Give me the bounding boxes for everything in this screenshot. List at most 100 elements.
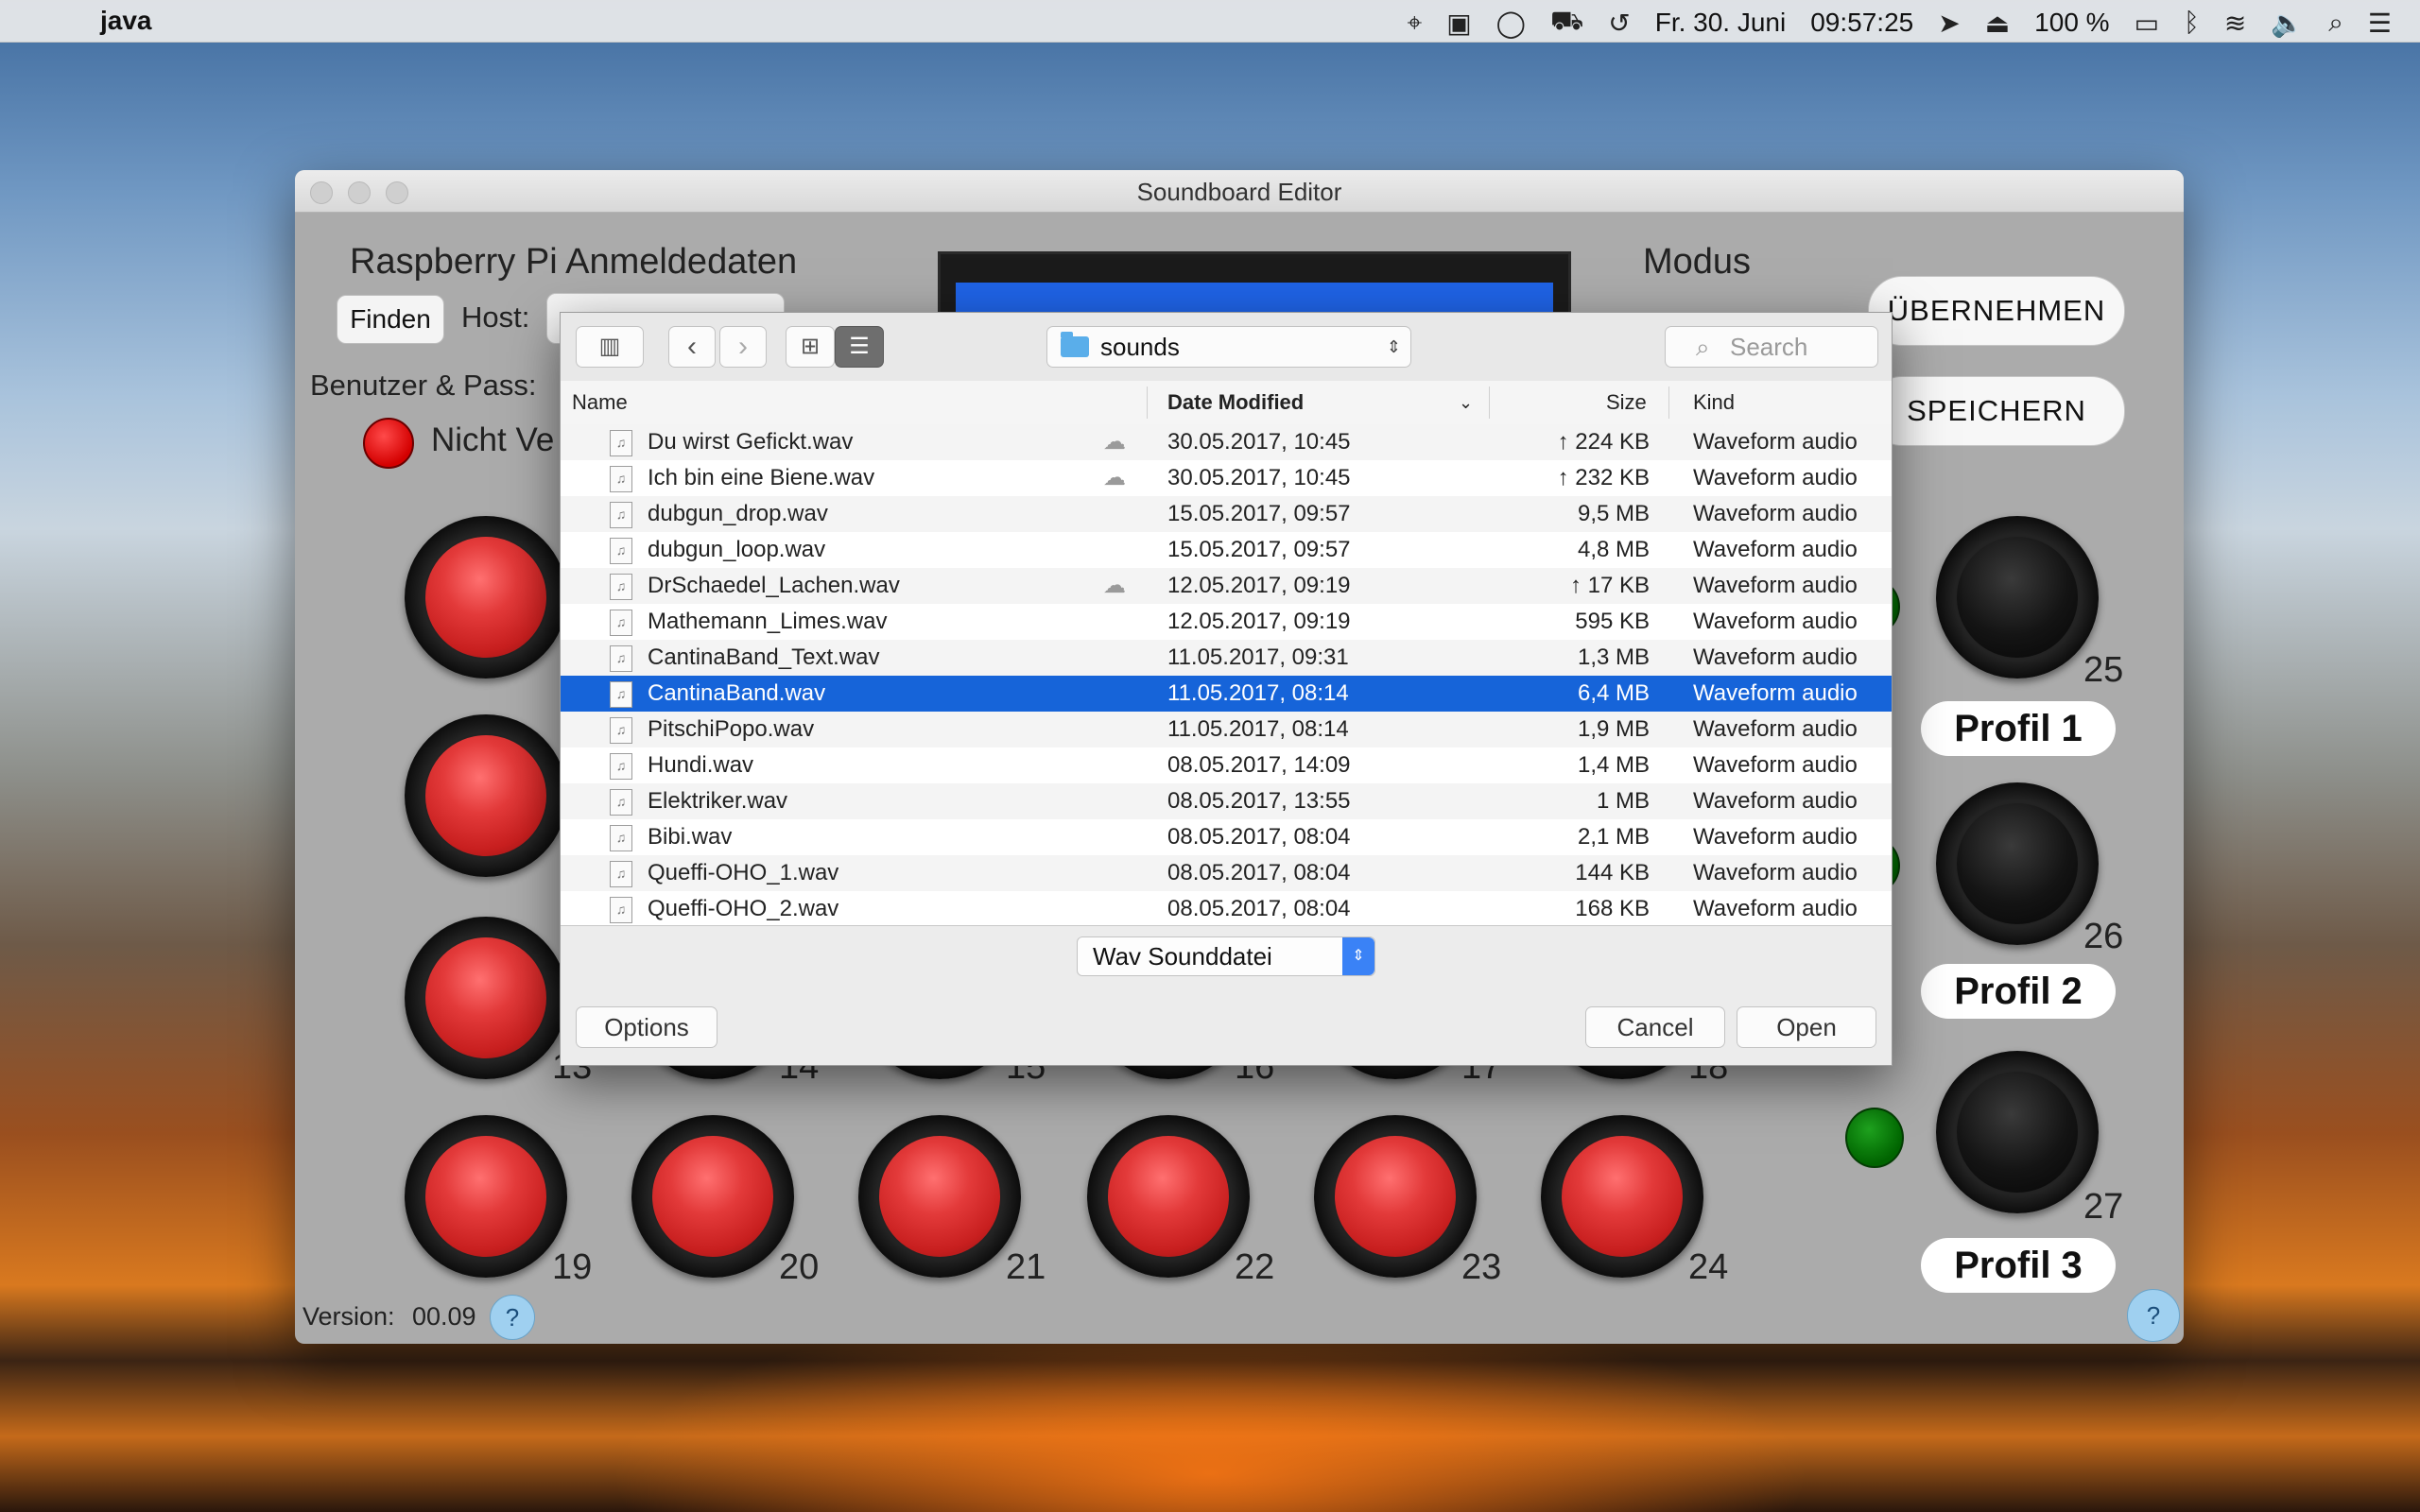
find-button[interactable]: Finden xyxy=(337,295,444,344)
file-row[interactable]: ♫ Ich bin eine Biene.wav ☁ 30.05.2017, 10:4… xyxy=(561,460,1892,496)
column-name[interactable]: Name xyxy=(572,381,628,424)
file-size: 144 KB xyxy=(1575,860,1650,885)
file-row[interactable]: ♫ dubgun_loop.wav 15.05.2017, 09:57 4,8 MB W… xyxy=(561,532,1892,568)
file-row[interactable]: ♫ PitschiPopo.wav 11.05.2017, 08:14 1,9 MB W… xyxy=(561,712,1892,747)
sound-pad-13[interactable] xyxy=(405,917,567,1079)
version-label: Version: xyxy=(302,1302,395,1331)
open-file-dialog: ▥ ‹ › ⊞ ☰ sounds ⇕ ⌕ Search Name Date Mo… xyxy=(560,312,1893,1066)
audio-file-icon: ♫ xyxy=(610,466,632,492)
profile-2-button[interactable]: Profil 2 xyxy=(1921,964,2116,1019)
clock-text[interactable]: 09:57:25 xyxy=(1810,8,1913,38)
file-row[interactable]: ♫ Mathemann_Limes.wav 12.05.2017, 09:19 595… xyxy=(561,604,1892,640)
circle-icon[interactable]: ◯ xyxy=(1496,8,1526,39)
spotlight-search-icon[interactable]: ⌕ xyxy=(2328,8,2343,39)
forward-icon[interactable]: › xyxy=(719,326,767,368)
time-machine-icon[interactable]: ↺ xyxy=(1608,8,1630,39)
file-kind: Waveform audio xyxy=(1693,860,1858,885)
help-icon[interactable]: ? xyxy=(490,1295,535,1340)
audio-file-icon: ♫ xyxy=(610,538,632,564)
volume-icon[interactable]: 🔈 xyxy=(2271,8,2304,39)
file-row[interactable]: ♫ Elektriker.wav 08.05.2017, 13:55 1 MB Wave… xyxy=(561,783,1892,819)
profile-pad-26[interactable] xyxy=(1936,782,2099,945)
search-field[interactable]: ⌕ Search xyxy=(1665,326,1878,368)
sound-pad-24[interactable] xyxy=(1541,1115,1703,1278)
file-row[interactable]: ♫ Queffi-OHO_1.wav 08.05.2017, 08:04 144 KB… xyxy=(561,855,1892,891)
audio-file-icon: ♫ xyxy=(610,610,632,636)
file-row[interactable]: ♫ DrSchaedel_Lachen.wav ☁ 12.05.2017, 09:19… xyxy=(561,568,1892,604)
window-titlebar[interactable]: Soundboard Editor xyxy=(295,170,2184,213)
column-size[interactable]: Size xyxy=(1606,381,1647,424)
list-view-icon[interactable]: ☰ xyxy=(835,326,884,368)
column-date-modified[interactable]: Date Modified xyxy=(1167,381,1304,424)
chevron-updown-icon: ⇕ xyxy=(1386,337,1401,356)
display-icon[interactable]: ▣ xyxy=(1446,8,1471,39)
sound-pad-20[interactable] xyxy=(631,1115,794,1278)
file-size: 1 MB xyxy=(1596,788,1650,814)
sound-pad-7[interactable] xyxy=(405,714,567,877)
folder-path-popup[interactable]: sounds ⇕ xyxy=(1046,326,1411,368)
open-button[interactable]: Open xyxy=(1737,1006,1876,1048)
audio-file-icon: ♫ xyxy=(610,897,632,923)
file-kind: Waveform audio xyxy=(1693,680,1858,706)
file-row[interactable]: ♫ Bibi.wav 08.05.2017, 08:04 2,1 MB Waveform… xyxy=(561,819,1892,855)
location-icon[interactable]: ⌖ xyxy=(1407,8,1422,39)
app-menu[interactable]: java xyxy=(100,6,152,36)
airplay-icon[interactable]: ⏏ xyxy=(1985,8,2010,39)
sound-pad-22[interactable] xyxy=(1087,1115,1250,1278)
file-row[interactable]: ♫ Queffi-OHO_2.wav 08.05.2017, 08:04 168 KB… xyxy=(561,891,1892,925)
cloud-icon: ☁ xyxy=(1103,429,1126,455)
pad-cap xyxy=(1562,1136,1683,1257)
folder-name: sounds xyxy=(1100,333,1180,361)
file-row[interactable]: ♫ dubgun_drop.wav 15.05.2017, 09:57 9,5 MB W… xyxy=(561,496,1892,532)
audio-file-icon: ♫ xyxy=(610,430,632,456)
sound-pad-23[interactable] xyxy=(1314,1115,1477,1278)
back-icon[interactable]: ‹ xyxy=(668,326,716,368)
column-kind[interactable]: Kind xyxy=(1693,381,1735,424)
pad-number-24: 24 xyxy=(1688,1247,1729,1287)
connection-status-led xyxy=(363,418,414,469)
cancel-button[interactable]: Cancel xyxy=(1585,1006,1725,1048)
icon-view-icon[interactable]: ⊞ xyxy=(786,326,835,368)
file-type-popup[interactable]: Wav Sounddatei ⇕ xyxy=(1077,936,1375,976)
wifi-icon[interactable]: ≋ xyxy=(2224,8,2246,39)
file-name: CantinaBand_Text.wav xyxy=(648,644,880,670)
audio-file-icon: ♫ xyxy=(610,645,632,672)
sound-pad-19[interactable] xyxy=(405,1115,567,1278)
train-icon[interactable]: ⛟ xyxy=(1550,6,1583,40)
battery-icon[interactable]: ▭ xyxy=(2135,8,2159,39)
profile-pad-27[interactable] xyxy=(1936,1051,2099,1213)
window-title: Soundboard Editor xyxy=(1136,178,1342,206)
navigation-arrow-icon: ➤ xyxy=(1938,8,1961,38)
file-name: PitschiPopo.wav xyxy=(648,716,815,742)
file-row[interactable]: ♫ CantinaBand_Text.wav 11.05.2017, 09:31 1,… xyxy=(561,640,1892,676)
pad-number-19: 19 xyxy=(552,1247,593,1287)
status-area: ⌖ ▣ ◯ ⛟ ↺ Fr. 30. Juni 09:57:25 ➤ ⏏ 100 … xyxy=(1407,6,2392,40)
bluetooth-icon[interactable]: ᛒ xyxy=(2184,8,2200,38)
file-row[interactable]: ♫ Hundi.wav 08.05.2017, 14:09 1,4 MB Wavefor… xyxy=(561,747,1892,783)
file-name: Queffi-OHO_1.wav xyxy=(648,860,839,885)
sound-pad-21[interactable] xyxy=(858,1115,1021,1278)
save-button[interactable]: SPEICHERN xyxy=(1868,376,2125,446)
sidebar-toggle-icon[interactable]: ▥ xyxy=(576,326,644,368)
sound-pad-1[interactable] xyxy=(405,516,567,679)
pad-cap xyxy=(425,537,546,658)
date-text[interactable]: Fr. 30. Juni xyxy=(1655,8,1787,38)
file-row[interactable]: ♫ Du wirst Gefickt.wav ☁ 30.05.2017, 10:45 ↑… xyxy=(561,424,1892,460)
profile-pad-25[interactable] xyxy=(1936,516,2099,679)
profile-3-button[interactable]: Profil 3 xyxy=(1921,1238,2116,1293)
pad-cap xyxy=(1335,1136,1456,1257)
user-pass-label: Benutzer & Pass: xyxy=(310,369,537,402)
options-button[interactable]: Options xyxy=(576,1006,717,1048)
file-kind: Waveform audio xyxy=(1693,824,1858,850)
profile-1-button[interactable]: Profil 1 xyxy=(1921,701,2116,756)
help-icon-right[interactable]: ? xyxy=(2127,1289,2180,1342)
file-kind: Waveform audio xyxy=(1693,537,1858,562)
file-size: 2,1 MB xyxy=(1577,824,1650,850)
notification-center-icon[interactable]: ☰ xyxy=(2368,8,2392,39)
cloud-icon: ☁ xyxy=(1103,573,1126,598)
apply-button[interactable]: ÜBERNEHMEN xyxy=(1868,276,2125,346)
pad-number-23: 23 xyxy=(1461,1247,1502,1287)
file-kind: Waveform audio xyxy=(1693,429,1858,455)
profile-3-led xyxy=(1845,1108,1904,1168)
file-row[interactable]: ♫ CantinaBand.wav 11.05.2017, 08:14 6,4 MB W… xyxy=(561,676,1892,712)
